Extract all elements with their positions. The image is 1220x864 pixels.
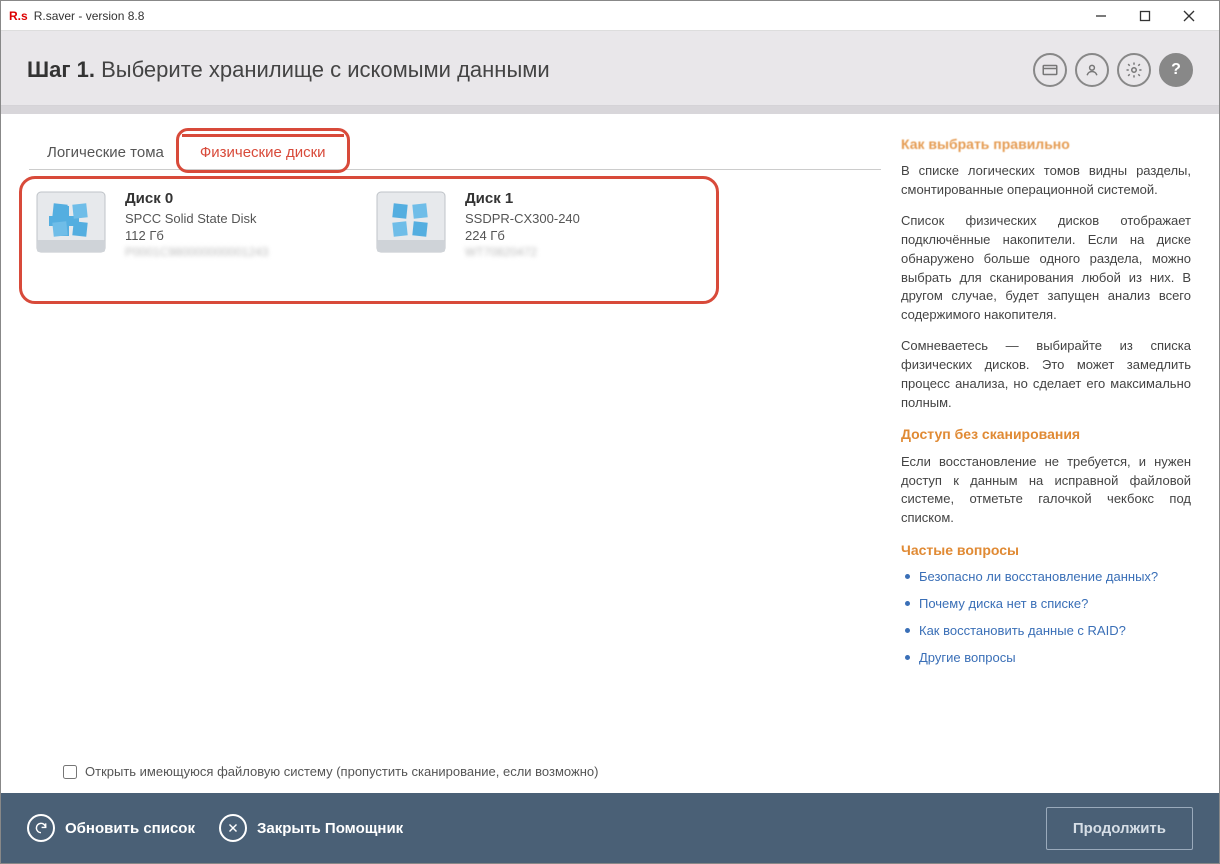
user-icon[interactable] bbox=[1075, 53, 1109, 87]
help-heading-faq: Частые вопросы bbox=[901, 540, 1191, 560]
close-assistant-label: Закрыть Помощник bbox=[257, 820, 403, 837]
continue-button[interactable]: Продолжить bbox=[1046, 807, 1193, 850]
tabs: Логические тома Физические диски bbox=[29, 134, 881, 170]
disk-model: SPCC Solid State Disk bbox=[125, 211, 268, 226]
faq-list: Безопасно ли восстановление данных? Поче… bbox=[901, 568, 1191, 667]
help-text: В списке логических томов видны разделы,… bbox=[901, 162, 1191, 200]
disk-icon bbox=[371, 186, 451, 262]
help-icon[interactable]: ? bbox=[1159, 53, 1193, 87]
faq-link[interactable]: Безопасно ли восстановление данных? bbox=[919, 569, 1158, 584]
open-filesystem-checkbox-row: Открыть имеющуюся файловую систему (проп… bbox=[29, 756, 881, 793]
disk-list: Диск 0 SPCC Solid State Disk 112 Гб P000… bbox=[31, 186, 879, 262]
step-title: Шаг 1. Выберите хранилище с искомыми дан… bbox=[27, 57, 550, 83]
card-icon[interactable] bbox=[1033, 53, 1067, 87]
minimize-button[interactable] bbox=[1079, 1, 1123, 31]
disk-item-0[interactable]: Диск 0 SPCC Solid State Disk 112 Гб P000… bbox=[31, 186, 331, 262]
open-filesystem-label: Открыть имеющуюся файловую систему (проп… bbox=[85, 764, 598, 779]
close-button[interactable] bbox=[1167, 1, 1211, 31]
maximize-button[interactable] bbox=[1123, 1, 1167, 31]
open-filesystem-checkbox[interactable] bbox=[63, 765, 77, 779]
step-description: Выберите хранилище с искомыми данными bbox=[101, 57, 550, 82]
step-header: Шаг 1. Выберите хранилище с искомыми дан… bbox=[1, 31, 1219, 106]
help-heading-access: Доступ без сканирования bbox=[901, 424, 1191, 444]
step-number: Шаг 1. bbox=[27, 57, 95, 82]
faq-link[interactable]: Другие вопросы bbox=[919, 650, 1016, 665]
help-text: Если восстановление не требуется, и нуже… bbox=[901, 453, 1191, 528]
refresh-label: Обновить список bbox=[65, 820, 195, 837]
refresh-icon bbox=[27, 814, 55, 842]
help-text: Список физических дисков отображает подк… bbox=[901, 212, 1191, 325]
disk-title: Диск 0 bbox=[125, 190, 268, 207]
close-icon bbox=[219, 814, 247, 842]
app-logo: R.s bbox=[9, 9, 28, 23]
titlebar: R.s R.saver - version 8.8 bbox=[1, 1, 1219, 31]
wizard-progress bbox=[1, 106, 1219, 114]
footer: Обновить список Закрыть Помощник Продолж… bbox=[1, 793, 1219, 863]
help-panel: Как выбрать правильно В списке логически… bbox=[901, 134, 1191, 793]
annotation-highlight bbox=[176, 128, 350, 173]
disk-title: Диск 1 bbox=[465, 190, 580, 207]
tab-logical-volumes[interactable]: Логические тома bbox=[29, 134, 182, 169]
disk-size: 224 Гб bbox=[465, 228, 580, 243]
refresh-list-button[interactable]: Обновить список bbox=[27, 814, 195, 842]
disk-serial: P0001C980000000001243 bbox=[125, 245, 268, 259]
window-title: R.saver - version 8.8 bbox=[34, 9, 145, 23]
disk-size: 112 Гб bbox=[125, 228, 268, 243]
help-heading-choose: Как выбрать правильно bbox=[901, 134, 1191, 154]
help-text: Сомневаетесь — выбирайте из списка физич… bbox=[901, 337, 1191, 412]
faq-link[interactable]: Как восстановить данные с RAID? bbox=[919, 623, 1126, 638]
disk-serial: WT70820472 bbox=[465, 245, 580, 259]
gear-icon[interactable] bbox=[1117, 53, 1151, 87]
faq-link[interactable]: Почему диска нет в списке? bbox=[919, 596, 1088, 611]
disk-icon bbox=[31, 186, 111, 262]
tab-physical-disks[interactable]: Физические диски bbox=[182, 134, 344, 169]
disk-item-1[interactable]: Диск 1 SSDPR-CX300-240 224 Гб WT70820472 bbox=[371, 186, 671, 262]
close-assistant-button[interactable]: Закрыть Помощник bbox=[219, 814, 403, 842]
disk-model: SSDPR-CX300-240 bbox=[465, 211, 580, 226]
